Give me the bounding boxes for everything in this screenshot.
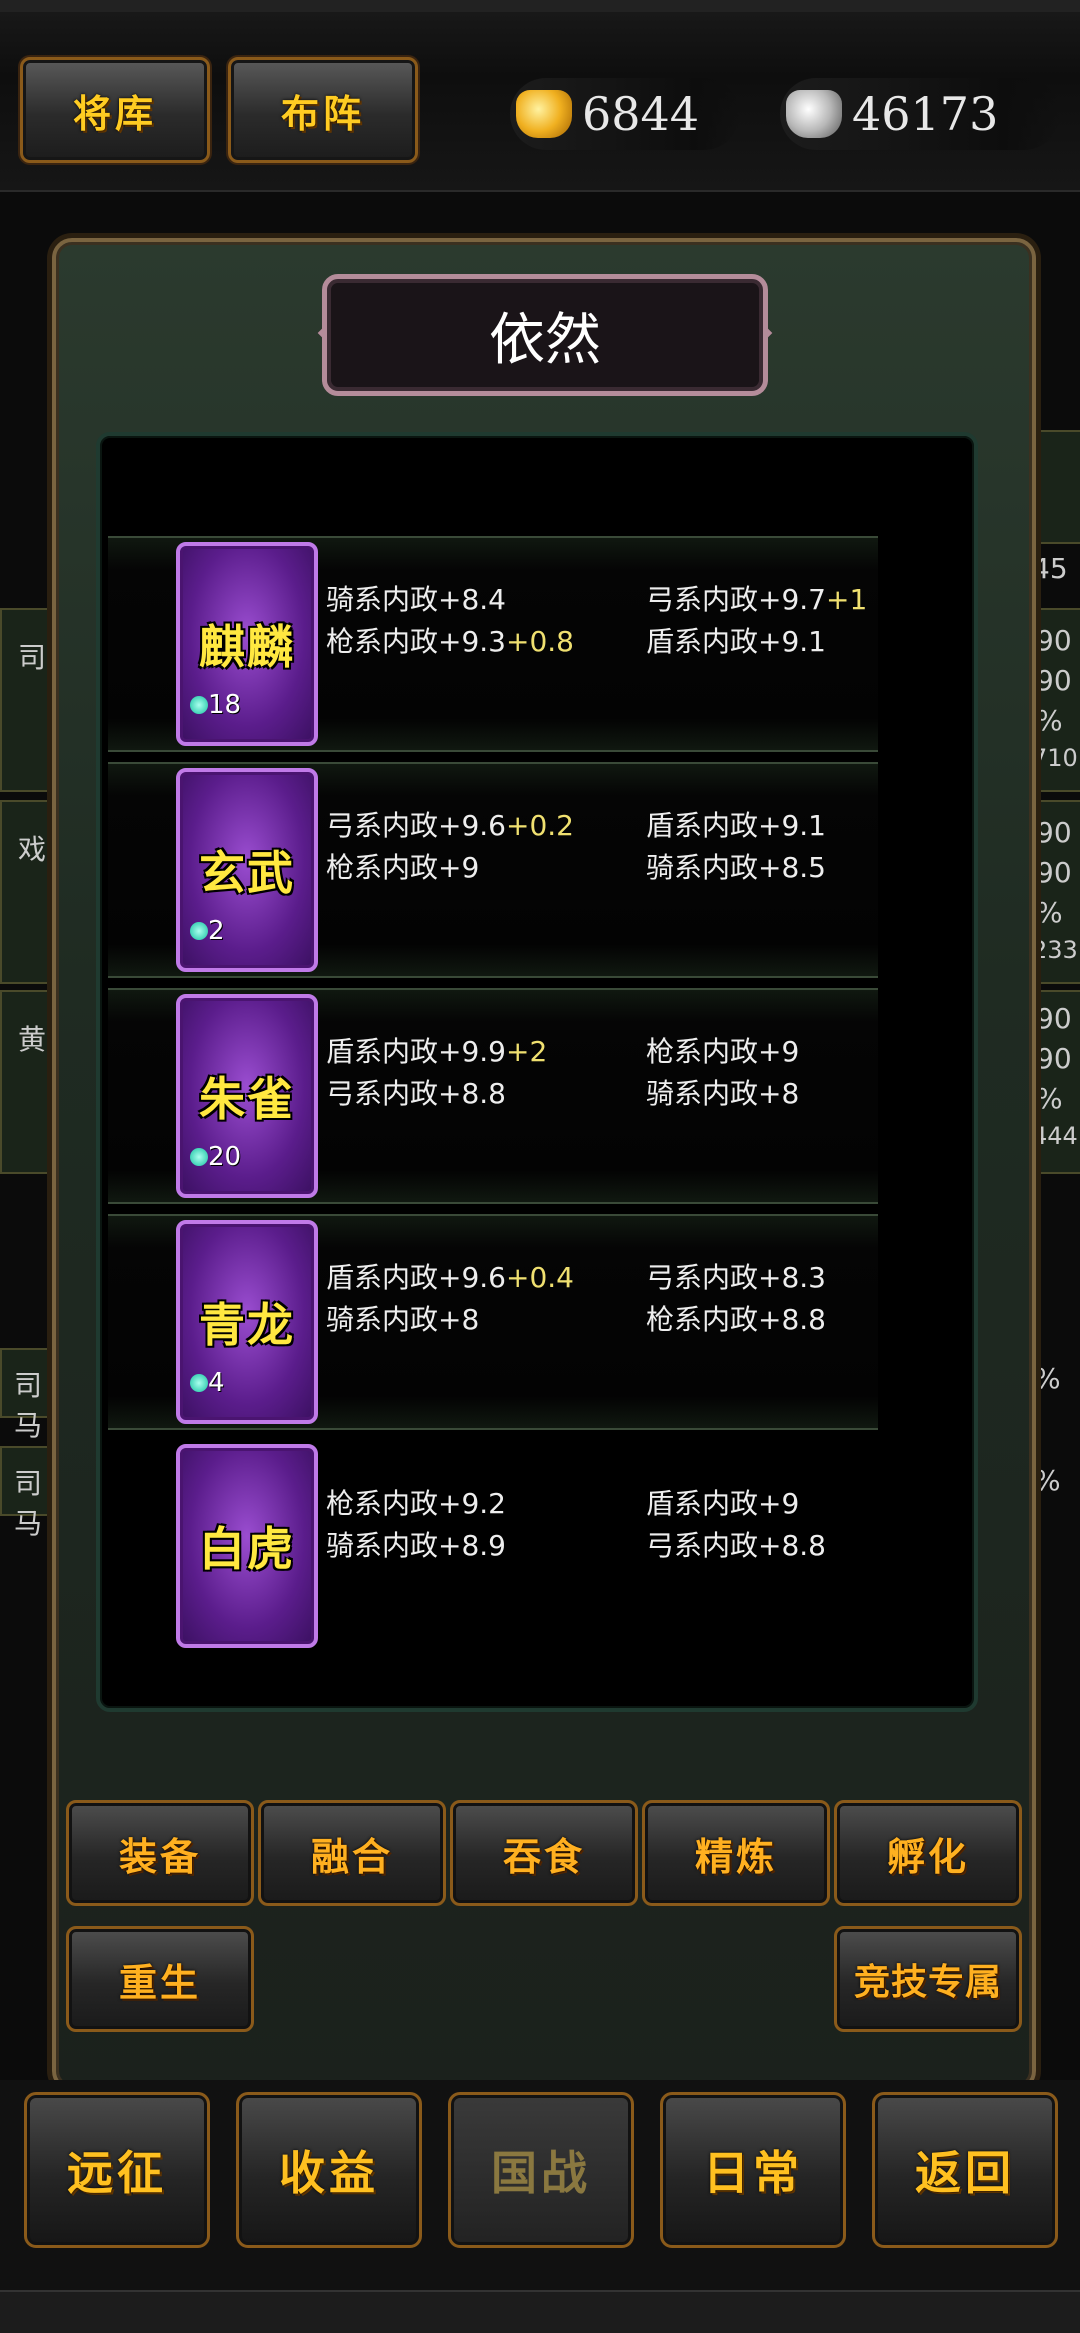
panel-title: 依然 bbox=[322, 274, 768, 396]
beast-badge-qilin[interactable]: 麒麟 bbox=[176, 542, 318, 746]
gem-icon bbox=[190, 922, 208, 940]
bg-general-card-3: 黄 bbox=[0, 990, 54, 1174]
gold-ingot-icon bbox=[516, 90, 572, 138]
stat-line: 盾系内政+9.1 bbox=[646, 625, 826, 658]
bg-right-value: 710 bbox=[1032, 744, 1078, 772]
fuse-button[interactable]: 融合 bbox=[258, 1800, 446, 1906]
bg-right-value: % bbox=[1034, 1464, 1061, 1497]
bg-right-value: % bbox=[1036, 1082, 1063, 1115]
bg-right-value: 90 bbox=[1036, 856, 1072, 889]
silver-ingot-icon bbox=[786, 90, 842, 138]
bg-right-tab bbox=[1032, 430, 1080, 544]
nav-expedition[interactable]: 远征 bbox=[24, 2092, 210, 2248]
bg-row-1: 司马 bbox=[0, 1348, 54, 1442]
stat-line: 骑系内政+8 bbox=[326, 1303, 480, 1336]
beast-badge-baihu[interactable]: 白虎 bbox=[176, 1444, 318, 1648]
stat-line: 枪系内政+9.2 bbox=[326, 1487, 506, 1520]
bg-right-value: 90 bbox=[1036, 1042, 1072, 1075]
gem-icon bbox=[190, 696, 208, 714]
nav-income[interactable]: 收益 bbox=[236, 2092, 422, 2248]
nav-national-war[interactable]: 国战 bbox=[448, 2092, 634, 2248]
gem-icon bbox=[190, 1374, 208, 1392]
stat-line: 盾系内政+9.9+2 bbox=[326, 1035, 548, 1068]
bg-right-card-1: 90 90 % 710 bbox=[1030, 608, 1080, 792]
bg-right-value: 45 bbox=[1032, 552, 1068, 585]
bg-right-value: % bbox=[1034, 1362, 1061, 1395]
equip-button[interactable]: 装备 bbox=[66, 1800, 254, 1906]
silver-counter: 46173 bbox=[780, 78, 1060, 150]
stat-line: 枪系内政+9.3+0.8 bbox=[326, 625, 574, 658]
bg-right-value: 90 bbox=[1036, 1002, 1072, 1035]
stat-line: 骑系内政+8.4 bbox=[326, 583, 506, 616]
stat-line: 枪系内政+8.8 bbox=[646, 1303, 826, 1336]
stat-line: 盾系内政+9.1 bbox=[646, 809, 826, 842]
arena-exclusive-button[interactable]: 竞技专属 bbox=[834, 1926, 1022, 2032]
nav-back[interactable]: 返回 bbox=[872, 2092, 1058, 2248]
gem-count: 20 bbox=[208, 1142, 242, 1172]
bg-row-2: 司马 bbox=[0, 1446, 54, 1540]
general-storage-button[interactable]: 将库 bbox=[20, 57, 210, 163]
stat-line: 盾系内政+9 bbox=[646, 1487, 800, 1520]
stat-line: 弓系内政+8.8 bbox=[646, 1529, 826, 1562]
bg-row-label: 司马 bbox=[14, 1467, 43, 1540]
stat-line: 骑系内政+8 bbox=[646, 1077, 800, 1110]
bg-right-value: 233 bbox=[1032, 936, 1078, 964]
rebirth-button[interactable]: 重生 bbox=[66, 1926, 254, 2032]
beast-name: 麒麟 bbox=[199, 620, 295, 674]
bg-right-value: 444 bbox=[1032, 1122, 1078, 1150]
bottom-strip bbox=[0, 2290, 1080, 2333]
bg-general-card-1: 司 bbox=[0, 608, 54, 792]
bg-general-card-2: 戏 bbox=[0, 800, 54, 984]
silver-value: 46173 bbox=[852, 87, 999, 141]
gold-counter: 6844 bbox=[510, 78, 740, 150]
beast-name: 玄武 bbox=[199, 846, 295, 900]
stat-line: 弓系内政+8.3 bbox=[646, 1261, 826, 1294]
stat-line: 盾系内政+9.6+0.4 bbox=[326, 1261, 574, 1294]
bg-general-name: 司 bbox=[18, 641, 47, 674]
stat-line: 弓系内政+8.8 bbox=[326, 1077, 506, 1110]
stat-line: 骑系内政+8.5 bbox=[646, 851, 826, 884]
gem-count: 2 bbox=[208, 916, 225, 946]
bg-row-label: 司马 bbox=[14, 1369, 43, 1442]
bg-right-value: 90 bbox=[1036, 816, 1072, 849]
stat-line: 枪系内政+9 bbox=[646, 1035, 800, 1068]
beast-name: 朱雀 bbox=[199, 1072, 295, 1126]
bg-right-card-2: 90 90 % 233 bbox=[1030, 800, 1080, 984]
gem-count: 4 bbox=[208, 1368, 225, 1398]
hatch-button[interactable]: 孵化 bbox=[834, 1800, 1022, 1906]
bg-right-value: 90 bbox=[1036, 664, 1072, 697]
nav-daily[interactable]: 日常 bbox=[660, 2092, 846, 2248]
stat-line: 骑系内政+8.9 bbox=[326, 1529, 506, 1562]
beast-badge-zhuque[interactable]: 朱雀 bbox=[176, 994, 318, 1198]
stat-line: 枪系内政+9 bbox=[326, 851, 480, 884]
formation-button[interactable]: 布阵 bbox=[228, 57, 418, 163]
bg-right-card-3: 90 90 % 444 bbox=[1030, 990, 1080, 1174]
beast-badge-qinglong[interactable]: 青龙 bbox=[176, 1220, 318, 1424]
stat-line: 弓系内政+9.6+0.2 bbox=[326, 809, 574, 842]
gem-icon bbox=[190, 1148, 208, 1166]
devour-button[interactable]: 吞食 bbox=[450, 1800, 638, 1906]
bg-right-value: 90 bbox=[1036, 624, 1072, 657]
top-strip bbox=[0, 0, 1080, 12]
refine-button[interactable]: 精炼 bbox=[642, 1800, 830, 1906]
gold-value: 6844 bbox=[582, 87, 700, 141]
bg-general-name: 戏 bbox=[18, 833, 47, 866]
stat-line: 弓系内政+9.7+1 bbox=[646, 583, 868, 616]
bg-right-value: % bbox=[1036, 704, 1063, 737]
beast-name: 青龙 bbox=[199, 1298, 295, 1352]
beast-name: 白虎 bbox=[199, 1522, 295, 1576]
bg-general-name: 黄 bbox=[18, 1023, 47, 1056]
gem-count: 18 bbox=[208, 690, 242, 720]
bg-right-value: % bbox=[1036, 896, 1063, 929]
beast-badge-xuanwu[interactable]: 玄武 bbox=[176, 768, 318, 972]
